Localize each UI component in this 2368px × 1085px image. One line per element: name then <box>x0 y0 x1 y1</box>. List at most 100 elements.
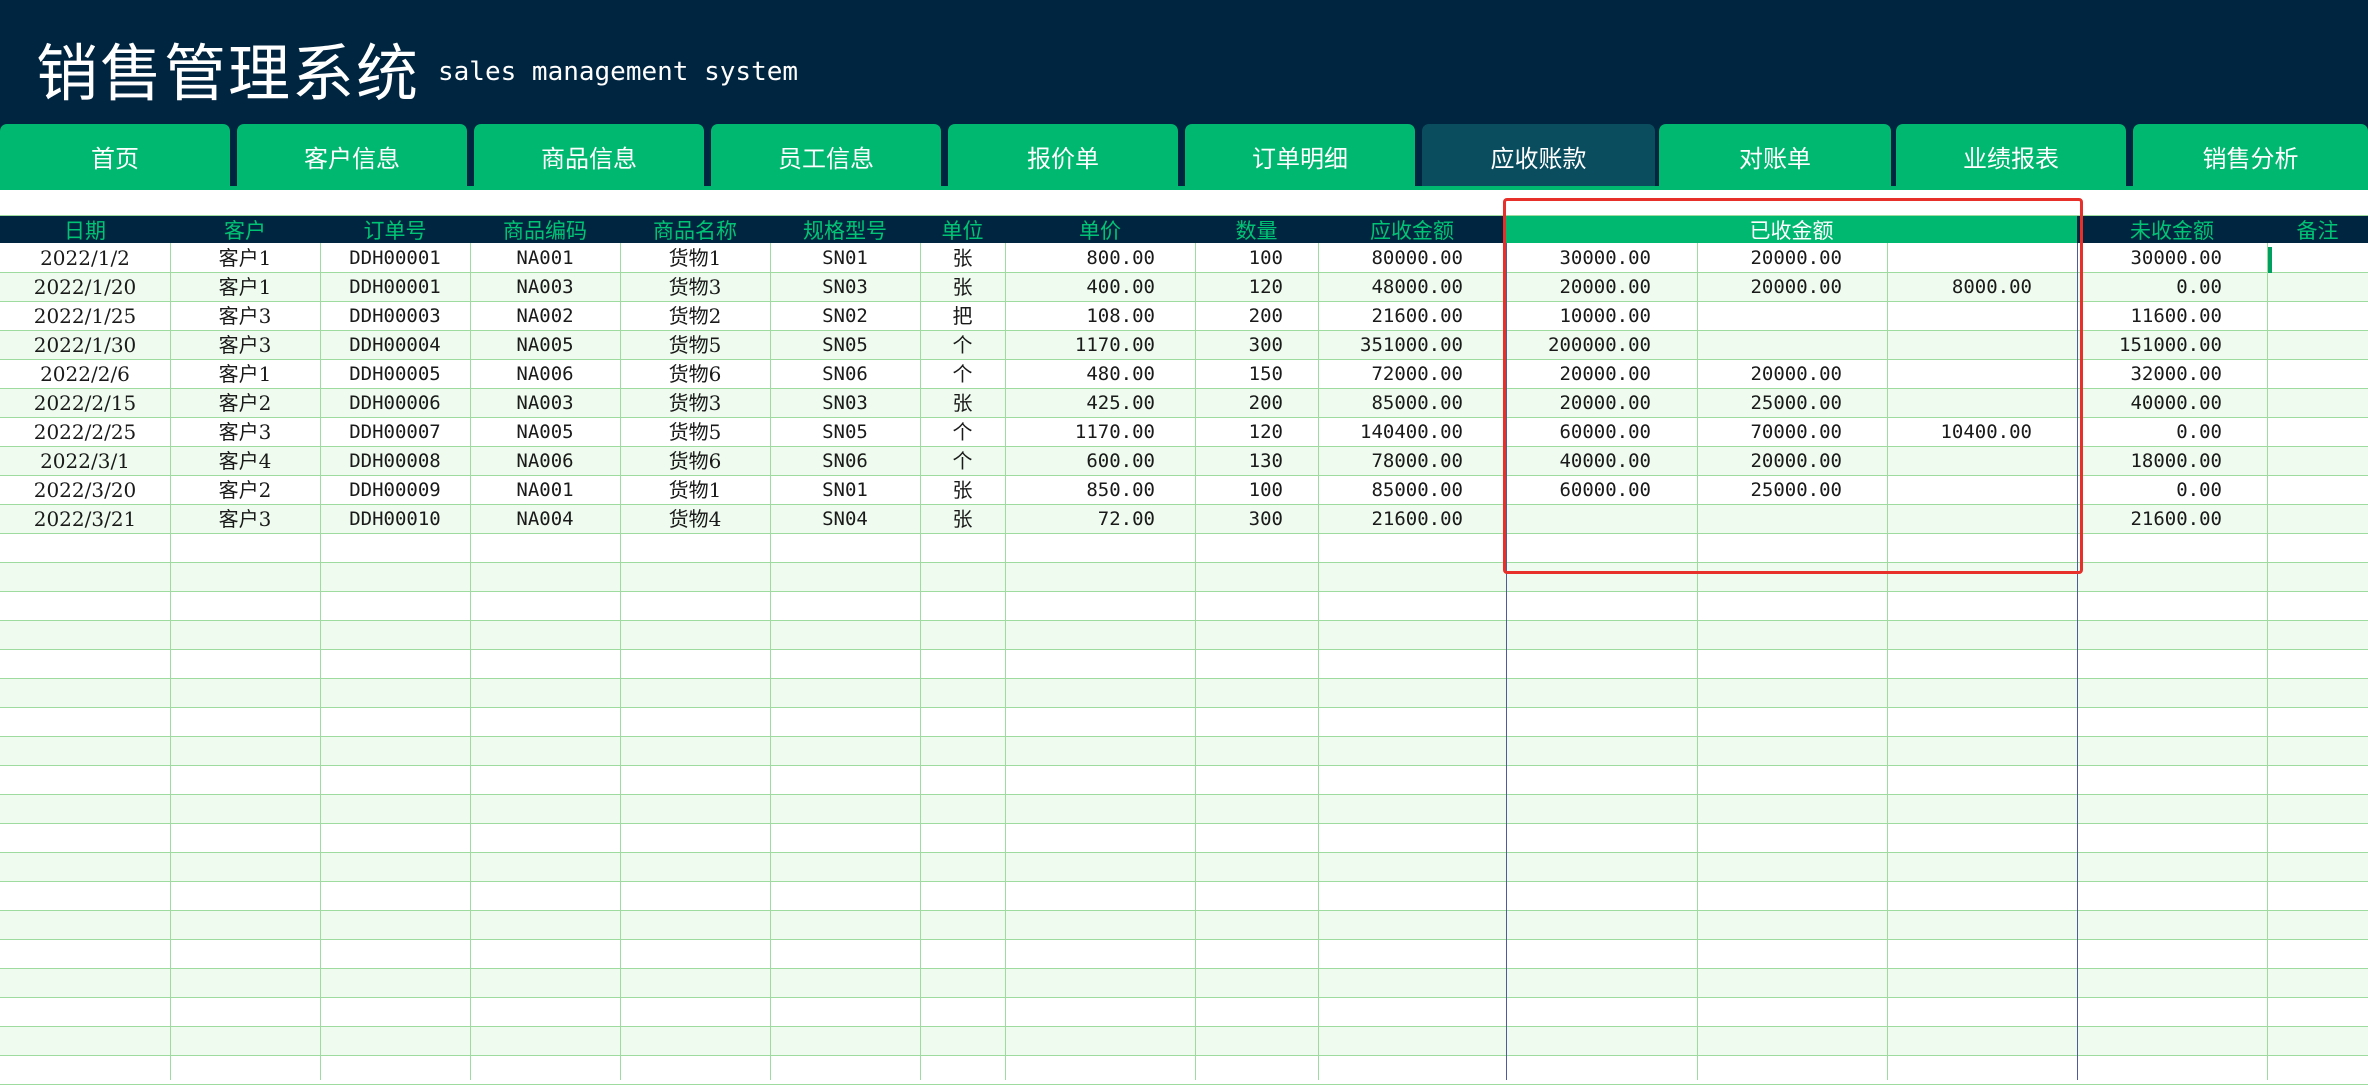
cell-product-code[interactable]: NA006 <box>470 447 620 476</box>
cell-spec[interactable]: SN04 <box>770 505 920 534</box>
header-customer[interactable]: 客户 <box>170 216 320 243</box>
cell-unit-price[interactable]: 800.00 <box>1005 244 1155 273</box>
cell-customer[interactable]: 客户3 <box>170 331 320 360</box>
cell-unreceived[interactable]: 0.00 <box>2077 476 2222 505</box>
cell-qty[interactable]: 200 <box>1195 389 1283 418</box>
cell-date[interactable]: 2022/3/1 <box>0 447 170 476</box>
cell-received2[interactable]: 20000.00 <box>1697 273 1842 302</box>
cell-product-code[interactable]: NA005 <box>470 418 620 447</box>
tab-quotation[interactable]: 报价单 <box>948 124 1178 188</box>
cell-unit-price[interactable]: 600.00 <box>1005 447 1155 476</box>
cell-unit-price[interactable]: 108.00 <box>1005 302 1155 331</box>
cell-qty[interactable]: 120 <box>1195 418 1283 447</box>
cell-received3[interactable] <box>1887 331 2032 360</box>
cell-received1[interactable]: 60000.00 <box>1506 418 1651 447</box>
cell-product-code[interactable]: NA001 <box>470 476 620 505</box>
cell-received1[interactable]: 40000.00 <box>1506 447 1651 476</box>
cell-qty[interactable]: 150 <box>1195 360 1283 389</box>
header-unreceived[interactable]: 未收金额 <box>2077 216 2267 243</box>
cell-spec[interactable]: SN05 <box>770 331 920 360</box>
cell-receivable[interactable]: 85000.00 <box>1318 476 1463 505</box>
header-order-no[interactable]: 订单号 <box>320 216 470 243</box>
cell-qty[interactable]: 100 <box>1195 476 1283 505</box>
cell-receivable[interactable]: 21600.00 <box>1318 505 1463 534</box>
cell-product-name[interactable]: 货物1 <box>620 244 770 273</box>
cell-date[interactable]: 2022/3/20 <box>0 476 170 505</box>
cell-received2[interactable] <box>1697 302 1842 331</box>
cell-received2[interactable]: 25000.00 <box>1697 389 1842 418</box>
cell-unit[interactable]: 张 <box>920 244 1005 273</box>
cell-customer[interactable]: 客户1 <box>170 244 320 273</box>
cell-receivable[interactable]: 85000.00 <box>1318 389 1463 418</box>
header-date[interactable]: 日期 <box>0 216 170 243</box>
cell-order-no[interactable]: DDH00009 <box>320 476 470 505</box>
header-spec[interactable]: 规格型号 <box>770 216 920 243</box>
cell-received2[interactable]: 25000.00 <box>1697 476 1842 505</box>
cell-unit-price[interactable]: 1170.00 <box>1005 418 1155 447</box>
cell-received2[interactable]: 70000.00 <box>1697 418 1842 447</box>
cell-received3[interactable] <box>1887 476 2032 505</box>
tab-sales-analysis[interactable]: 销售分析 <box>2133 124 2368 188</box>
cell-order-no[interactable]: DDH00007 <box>320 418 470 447</box>
cell-unit[interactable]: 把 <box>920 302 1005 331</box>
cell-date[interactable]: 2022/3/21 <box>0 505 170 534</box>
cell-order-no[interactable]: DDH00005 <box>320 360 470 389</box>
cell-received1[interactable]: 20000.00 <box>1506 389 1651 418</box>
cell-customer[interactable]: 客户4 <box>170 447 320 476</box>
cell-received2[interactable]: 20000.00 <box>1697 244 1842 273</box>
cell-unreceived[interactable]: 32000.00 <box>2077 360 2222 389</box>
cell-received3[interactable]: 8000.00 <box>1887 273 2032 302</box>
cell-order-no[interactable]: DDH00001 <box>320 244 470 273</box>
cell-received3[interactable] <box>1887 302 2032 331</box>
cell-product-name[interactable]: 货物5 <box>620 331 770 360</box>
cell-spec[interactable]: SN01 <box>770 476 920 505</box>
cell-receivable[interactable]: 78000.00 <box>1318 447 1463 476</box>
cell-customer[interactable]: 客户3 <box>170 505 320 534</box>
cell-order-no[interactable]: DDH00006 <box>320 389 470 418</box>
cell-unit-price[interactable]: 1170.00 <box>1005 331 1155 360</box>
cell-spec[interactable]: SN03 <box>770 389 920 418</box>
cell-customer[interactable]: 客户1 <box>170 360 320 389</box>
cell-customer[interactable]: 客户1 <box>170 273 320 302</box>
header-product-code[interactable]: 商品编码 <box>470 216 620 243</box>
cell-spec[interactable]: SN03 <box>770 273 920 302</box>
cell-spec[interactable]: SN01 <box>770 244 920 273</box>
tab-statement[interactable]: 对账单 <box>1659 124 1891 188</box>
cell-unit-price[interactable]: 72.00 <box>1005 505 1155 534</box>
cell-customer[interactable]: 客户3 <box>170 418 320 447</box>
header-received[interactable]: 已收金额 <box>1506 216 2077 243</box>
cell-received1[interactable]: 20000.00 <box>1506 273 1651 302</box>
cell-unreceived[interactable]: 0.00 <box>2077 418 2222 447</box>
cell-date[interactable]: 2022/1/2 <box>0 244 170 273</box>
cell-unreceived[interactable]: 0.00 <box>2077 273 2222 302</box>
cell-spec[interactable]: SN02 <box>770 302 920 331</box>
cell-spec[interactable]: SN06 <box>770 447 920 476</box>
cell-received1[interactable] <box>1506 505 1651 534</box>
cell-received3[interactable] <box>1887 447 2032 476</box>
cell-product-name[interactable]: 货物3 <box>620 389 770 418</box>
cell-order-no[interactable]: DDH00004 <box>320 331 470 360</box>
cell-unit[interactable]: 张 <box>920 505 1005 534</box>
cell-received2[interactable] <box>1697 331 1842 360</box>
cell-qty[interactable]: 300 <box>1195 331 1283 360</box>
cell-date[interactable]: 2022/2/25 <box>0 418 170 447</box>
tab-employee-info[interactable]: 员工信息 <box>711 124 941 188</box>
cell-receivable[interactable]: 72000.00 <box>1318 360 1463 389</box>
cell-unreceived[interactable]: 18000.00 <box>2077 447 2222 476</box>
cell-unreceived[interactable]: 21600.00 <box>2077 505 2222 534</box>
cell-received3[interactable] <box>1887 505 2032 534</box>
cell-order-no[interactable]: DDH00010 <box>320 505 470 534</box>
cell-date[interactable]: 2022/2/15 <box>0 389 170 418</box>
cell-unit-price[interactable]: 425.00 <box>1005 389 1155 418</box>
cell-product-name[interactable]: 货物4 <box>620 505 770 534</box>
cell-product-name[interactable]: 货物6 <box>620 447 770 476</box>
cell-received2[interactable] <box>1697 505 1842 534</box>
header-unit[interactable]: 单位 <box>920 216 1005 243</box>
cell-received3[interactable] <box>1887 244 2032 273</box>
cell-product-code[interactable]: NA003 <box>470 389 620 418</box>
tab-order-details[interactable]: 订单明细 <box>1185 124 1415 188</box>
cell-spec[interactable]: SN06 <box>770 360 920 389</box>
cell-date[interactable]: 2022/1/25 <box>0 302 170 331</box>
cell-received2[interactable]: 20000.00 <box>1697 360 1842 389</box>
cell-order-no[interactable]: DDH00001 <box>320 273 470 302</box>
